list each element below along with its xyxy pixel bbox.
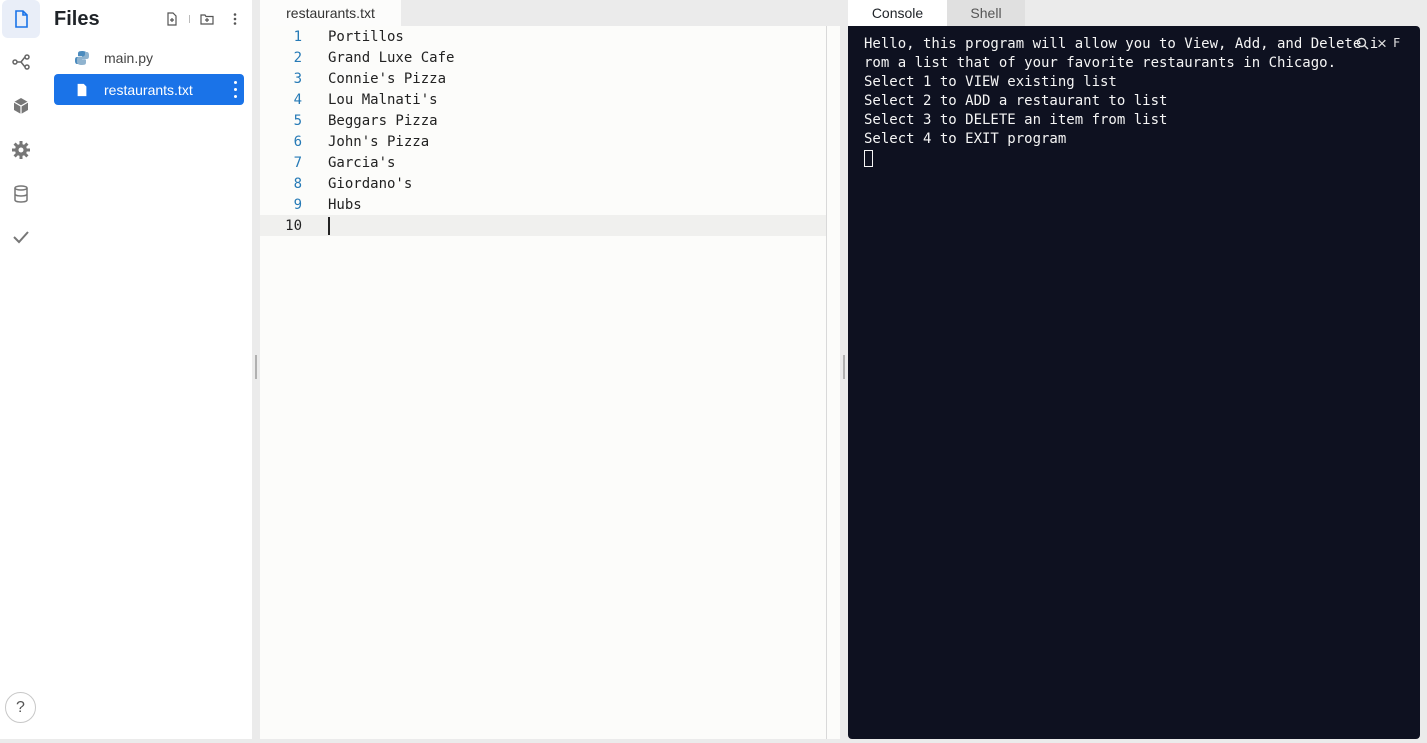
console-tab-bar: Console Shell <box>848 0 1420 26</box>
checkmark-icon <box>13 231 29 244</box>
console-line: Select 4 to EXIT program <box>864 131 1067 147</box>
editor-line[interactable]: 5 Beggars Pizza <box>260 110 826 131</box>
editor-console-splitter[interactable] <box>843 355 845 379</box>
editor-line[interactable]: 8 Giordano's <box>260 173 826 194</box>
line-number: 6 <box>293 133 302 150</box>
line-text: Garcia's <box>328 154 396 171</box>
terminal-cursor <box>864 149 873 167</box>
tab-console[interactable]: Console <box>848 0 947 26</box>
files-actions <box>161 8 246 30</box>
activity-bar: ? <box>0 0 42 743</box>
close-icon: × <box>1377 33 1387 53</box>
editor-line[interactable]: 9 Hubs <box>260 194 826 215</box>
packages-nav-button[interactable] <box>2 87 40 125</box>
line-text: Hubs <box>328 196 362 213</box>
text-cursor <box>328 217 330 235</box>
database-icon <box>14 185 28 203</box>
new-folder-button[interactable] <box>196 8 218 30</box>
line-text: Connie's Pizza <box>328 70 447 87</box>
line-number: 1 <box>293 28 302 45</box>
git-branch-icon <box>12 54 30 70</box>
console-overlay-char: F <box>1392 36 1401 50</box>
console-toolbar: × F <box>1356 33 1401 53</box>
console-line: Select 3 to DELETE an item from list <box>864 112 1168 128</box>
settings-nav-button[interactable] <box>2 131 40 169</box>
line-number: 7 <box>293 154 302 171</box>
editor-line[interactable]: 3 Connie's Pizza <box>260 68 826 89</box>
line-number: 3 <box>293 70 302 87</box>
line-text: Lou Malnati's <box>328 91 438 108</box>
files-editor-splitter[interactable] <box>255 355 257 379</box>
file-item-main-py[interactable]: main.py <box>54 42 244 73</box>
file-item-restaurants-txt[interactable]: restaurants.txt <box>54 74 244 105</box>
editor-line[interactable]: 4 Lou Malnati's <box>260 89 826 110</box>
editor-tab-bar: restaurants.txt <box>260 0 840 26</box>
editor-line[interactable]: 1 Portillos <box>260 26 826 47</box>
editor-ruler <box>826 26 827 739</box>
line-number: 9 <box>293 196 302 213</box>
console-panel[interactable]: Hello, this program will allow you to Vi… <box>848 26 1420 739</box>
search-icon <box>1356 37 1369 49</box>
divider <box>189 15 190 23</box>
line-number: 5 <box>293 112 302 129</box>
new-file-icon <box>167 12 177 26</box>
bottom-edge <box>0 739 1427 743</box>
database-nav-button[interactable] <box>2 175 40 213</box>
editor-line-current[interactable]: 10 <box>260 215 826 236</box>
replit-workspace: ? Files main.py restaurants.txt restaura… <box>0 0 1427 743</box>
line-text: John's Pizza <box>328 133 430 150</box>
editor-line[interactable]: 2 Grand Luxe Cafe <box>260 47 826 68</box>
version-control-nav-button[interactable] <box>2 43 40 81</box>
file-name: main.py <box>104 49 154 66</box>
help-button[interactable]: ? <box>5 692 36 723</box>
line-text: Beggars Pizza <box>328 112 438 129</box>
code-editor[interactable]: 1 Portillos 2 Grand Luxe Cafe 3 Connie's Pi… <box>260 26 840 739</box>
console-line: Select 2 to ADD a restaurant to list <box>864 93 1168 109</box>
new-file-button[interactable] <box>161 8 183 30</box>
search-button[interactable] <box>1356 36 1369 50</box>
tab-restaurants-txt[interactable]: restaurants.txt <box>260 0 401 26</box>
console-line: Hello, this program will allow you to Vi… <box>864 36 1379 52</box>
line-number: 4 <box>293 91 302 108</box>
tab-shell[interactable]: Shell <box>947 0 1025 26</box>
console-line: Select 1 to VIEW existing list <box>864 74 1117 90</box>
python-icon <box>74 50 90 66</box>
file-options-button[interactable] <box>232 81 238 98</box>
package-icon <box>13 98 29 114</box>
console-line: rom a list that of your favorite restaur… <box>864 55 1337 71</box>
line-text: Grand Luxe Cafe <box>328 49 455 66</box>
line-text: Portillos <box>328 28 404 45</box>
line-number: 10 <box>285 217 302 234</box>
files-more-button[interactable] <box>224 8 246 30</box>
line-text: Giordano's <box>328 175 413 192</box>
files-panel-title: Files <box>54 8 100 30</box>
line-number: 8 <box>293 175 302 192</box>
gear-icon <box>12 141 30 159</box>
files-panel: Files main.py restaurants.txt <box>42 0 252 743</box>
file-icon <box>74 82 90 98</box>
line-number: 2 <box>293 49 302 66</box>
files-nav-button[interactable] <box>2 0 40 38</box>
more-vertical-icon <box>233 13 237 25</box>
unit-tests-nav-button[interactable] <box>2 218 40 256</box>
file-icon <box>15 10 28 28</box>
console-output: Hello, this program will allow you to Vi… <box>864 35 1384 168</box>
editor-line[interactable]: 7 Garcia's <box>260 152 826 173</box>
clear-console-button[interactable]: × <box>1377 33 1387 53</box>
new-folder-icon <box>200 14 214 25</box>
editor-line[interactable]: 6 John's Pizza <box>260 131 826 152</box>
file-name: restaurants.txt <box>104 81 193 98</box>
